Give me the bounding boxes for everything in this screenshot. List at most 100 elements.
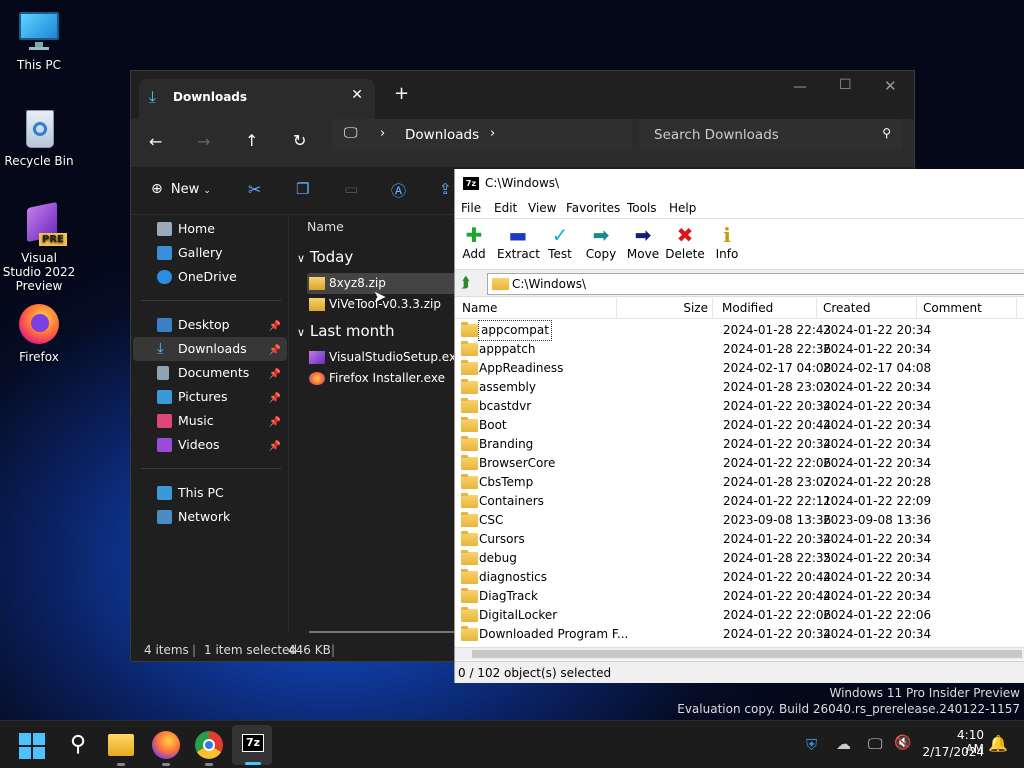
- clock-date[interactable]: 2/17/2024: [914, 745, 984, 759]
- sidebar-item-onedrive[interactable]: OneDrive: [133, 265, 287, 289]
- menu-file[interactable]: File: [461, 198, 481, 218]
- defender-icon[interactable]: ⛨: [806, 736, 817, 754]
- table-row[interactable]: DiagTrack 2024-01-22 20:44 2024-01-22 20:3…: [455, 587, 1024, 606]
- extract-button[interactable]: ▬ Extract: [497, 223, 540, 261]
- pin-icon[interactable]: 📌: [269, 363, 281, 387]
- search-input[interactable]: Search Downloads: [654, 127, 779, 143]
- cut-icon[interactable]: ✂: [248, 180, 261, 199]
- column-name[interactable]: Name: [455, 298, 617, 319]
- column-modified[interactable]: Modified: [713, 298, 817, 319]
- move-button[interactable]: ➡ Move: [622, 223, 664, 261]
- refresh-icon[interactable]: ↻: [293, 131, 306, 150]
- sidebar-item-this-pc[interactable]: This PC: [133, 481, 287, 505]
- menu-tools[interactable]: Tools: [627, 198, 657, 218]
- pin-icon[interactable]: 📌: [269, 315, 281, 339]
- sidebar-item-desktop[interactable]: Desktop 📌: [133, 313, 287, 337]
- column-header-name[interactable]: Name: [307, 219, 344, 234]
- table-row[interactable]: Cursors 2024-01-22 20:34 2024-01-22 20:34: [455, 530, 1024, 549]
- forward-icon[interactable]: →: [197, 132, 210, 151]
- delete-button[interactable]: ✖ Delete: [664, 223, 706, 261]
- share-icon[interactable]: ⇪: [439, 180, 452, 198]
- column-size[interactable]: Size: [617, 298, 713, 319]
- scrollbar[interactable]: [309, 631, 459, 633]
- desktop-icon-visual-studio[interactable]: PRE Visual Studio 2022 Preview: [1, 201, 77, 293]
- file-item[interactable]: Firefox Installer.exe: [307, 368, 445, 389]
- back-icon[interactable]: ←: [149, 132, 162, 151]
- address-bar[interactable]: 🖵 › Downloads ›: [332, 119, 632, 151]
- up-folder-icon[interactable]: ⮭: [461, 273, 470, 291]
- table-row[interactable]: BrowserCore 2024-01-22 22:06 2024-01-22 20…: [455, 454, 1024, 473]
- maximize-button[interactable]: ☐: [839, 77, 852, 93]
- sidebar-item-videos[interactable]: Videos 📌: [133, 433, 287, 457]
- table-row[interactable]: debug 2024-01-28 22:35 2024-01-22 20:34: [455, 549, 1024, 568]
- desktop-icon-firefox[interactable]: Firefox: [1, 302, 77, 364]
- desktop-icon-this-pc[interactable]: This PC: [1, 10, 77, 72]
- firefox-icon[interactable]: [152, 731, 180, 759]
- taskbar-active-7zip[interactable]: 7z: [232, 725, 272, 765]
- table-row[interactable]: diagnostics 2024-01-22 20:44 2024-01-22 20…: [455, 568, 1024, 587]
- breadcrumb[interactable]: Downloads: [405, 127, 479, 143]
- sidebar-item-music[interactable]: Music 📌: [133, 409, 287, 433]
- cell-created: 2024-01-22 20:34: [823, 342, 932, 356]
- search-box[interactable]: Search Downloads ⚲: [639, 119, 903, 151]
- group-header-last-month[interactable]: ∨ Last month: [297, 322, 395, 340]
- table-row[interactable]: Downloaded Program F... 2024-01-22 20:34 2…: [455, 625, 1024, 644]
- download-icon: ⤓: [149, 87, 157, 106]
- table-row[interactable]: bcastdvr 2024-01-22 20:34 2024-01-22 20:34: [455, 397, 1024, 416]
- table-row[interactable]: DigitalLocker 2024-01-22 22:06 2024-01-22 …: [455, 606, 1024, 625]
- paste-icon[interactable]: ▭: [344, 180, 358, 198]
- sidebar-item-pictures[interactable]: Pictures 📌: [133, 385, 287, 409]
- new-tab-button[interactable]: +: [394, 83, 409, 104]
- tab-downloads[interactable]: ⤓ Downloads ✕: [139, 79, 375, 119]
- group-header-today[interactable]: ∨ Today: [297, 248, 353, 266]
- add-button[interactable]: ✚ Add: [453, 223, 495, 261]
- sidebar-item-network[interactable]: Network: [133, 505, 287, 529]
- table-row[interactable]: assembly 2024-01-28 23:03 2024-01-22 20:34: [455, 378, 1024, 397]
- test-button[interactable]: ✓ Test: [539, 223, 581, 261]
- rename-icon[interactable]: Ⓐ: [391, 180, 406, 201]
- table-row[interactable]: appcompat 2024-01-28 22:43 2024-01-22 20:3…: [455, 320, 1024, 341]
- chrome-icon[interactable]: [195, 731, 223, 759]
- scrollbar-thumb[interactable]: [472, 650, 1022, 658]
- table-row[interactable]: Containers 2024-01-22 22:11 2024-01-22 22:…: [455, 492, 1024, 511]
- table-row[interactable]: CbsTemp 2024-01-28 23:07 2024-01-22 20:28: [455, 473, 1024, 492]
- search-icon[interactable]: ⚲: [64, 731, 92, 759]
- onedrive-icon[interactable]: ☁: [836, 735, 851, 753]
- pin-icon[interactable]: 📌: [269, 339, 281, 363]
- file-explorer-icon[interactable]: [108, 734, 134, 756]
- horizontal-scrollbar[interactable]: [455, 647, 1024, 660]
- sidebar-item-downloads[interactable]: ⤓ Downloads 📌: [133, 337, 287, 361]
- volume-icon[interactable]: 🔇: [894, 735, 911, 751]
- pin-icon[interactable]: 📌: [269, 387, 281, 411]
- copy-icon[interactable]: ❐: [296, 180, 309, 198]
- table-row[interactable]: Boot 2024-01-22 20:44 2024-01-22 20:34: [455, 416, 1024, 435]
- menu-help[interactable]: Help: [669, 198, 696, 218]
- table-row[interactable]: Branding 2024-01-22 20:34 2024-01-22 20:34: [455, 435, 1024, 454]
- close-tab-icon[interactable]: ✕: [351, 87, 363, 103]
- copy-button[interactable]: ➡ Copy: [580, 223, 622, 261]
- column-comment[interactable]: Comment: [917, 298, 1017, 319]
- new-button[interactable]: ⊕ New ⌄: [151, 181, 211, 197]
- column-created[interactable]: Created: [817, 298, 917, 319]
- info-button[interactable]: i Info: [706, 223, 748, 261]
- close-window-button[interactable]: ✕: [884, 77, 897, 95]
- table-row[interactable]: apppatch 2024-01-28 22:36 2024-01-22 20:34: [455, 340, 1024, 359]
- start-icon[interactable]: [19, 733, 45, 759]
- menu-edit[interactable]: Edit: [494, 198, 517, 218]
- notification-bell-icon[interactable]: 🔔: [988, 734, 1008, 753]
- pin-icon[interactable]: 📌: [269, 435, 281, 459]
- menu-view[interactable]: View: [528, 198, 556, 218]
- menu-favorites[interactable]: Favorites: [566, 198, 620, 218]
- minimize-button[interactable]: —: [793, 79, 807, 95]
- sidebar-item-gallery[interactable]: Gallery: [133, 241, 287, 265]
- path-input[interactable]: C:\Windows\: [487, 273, 1024, 295]
- file-item[interactable]: VisualStudioSetup.exe: [307, 347, 463, 368]
- sidebar-item-documents[interactable]: Documents 📌: [133, 361, 287, 385]
- pin-icon[interactable]: 📌: [269, 411, 281, 435]
- network-icon[interactable]: 🖵: [868, 735, 882, 753]
- table-row[interactable]: CSC 2023-09-08 13:36 2023-09-08 13:36: [455, 511, 1024, 530]
- up-icon[interactable]: ↑: [245, 131, 258, 150]
- table-row[interactable]: AppReadiness 2024-02-17 04:08 2024-02-17 0…: [455, 359, 1024, 378]
- desktop-icon-recycle-bin[interactable]: Recycle Bin: [1, 106, 77, 168]
- sidebar-item-home[interactable]: Home: [133, 217, 287, 241]
